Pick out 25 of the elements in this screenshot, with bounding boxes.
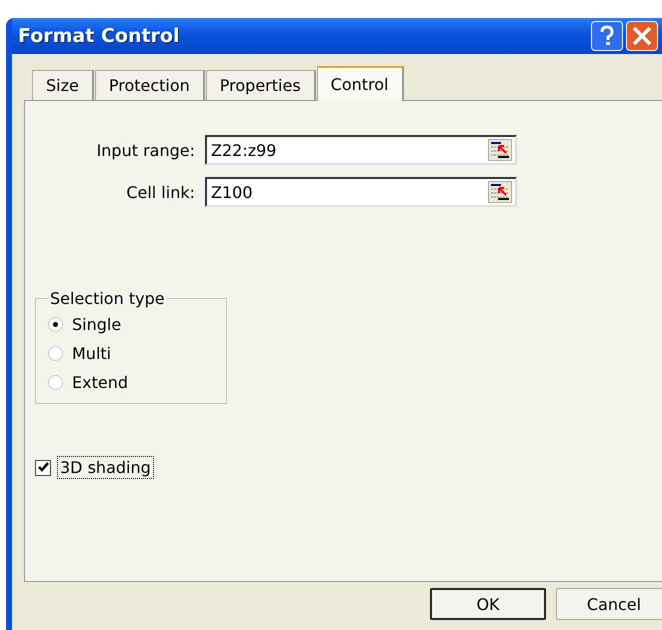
ok-button[interactable]: OK — [430, 588, 546, 620]
tab[interactable]: Control — [316, 66, 404, 101]
radio-button[interactable] — [48, 317, 63, 332]
cancel-button[interactable]: Cancel — [556, 588, 662, 620]
checkbox-label: 3D shading — [57, 456, 154, 479]
close-button[interactable] — [626, 21, 658, 51]
group-title: Selection type — [49, 289, 166, 308]
field-label: Cell link: — [125, 182, 195, 202]
close-icon — [631, 25, 653, 47]
option-label: Extend — [72, 373, 128, 392]
input-field[interactable]: Z100 — [205, 177, 517, 207]
tab[interactable]: Protection — [94, 70, 205, 100]
range-picker-icon[interactable] — [488, 139, 512, 161]
option-label: Multi — [72, 344, 112, 363]
help-button[interactable] — [591, 21, 623, 51]
radio-button[interactable] — [48, 346, 63, 361]
tab[interactable]: Size — [32, 70, 94, 100]
window-title: Format Control — [18, 25, 180, 47]
option-label: Single — [72, 315, 122, 334]
field-label: Input range: — [96, 140, 195, 160]
tab[interactable]: Properties — [206, 70, 316, 100]
checkbox[interactable] — [35, 460, 51, 476]
range-picker-icon[interactable] — [488, 181, 512, 203]
input-field[interactable]: Z22:z99 — [205, 135, 517, 165]
radio-button[interactable] — [48, 375, 63, 390]
